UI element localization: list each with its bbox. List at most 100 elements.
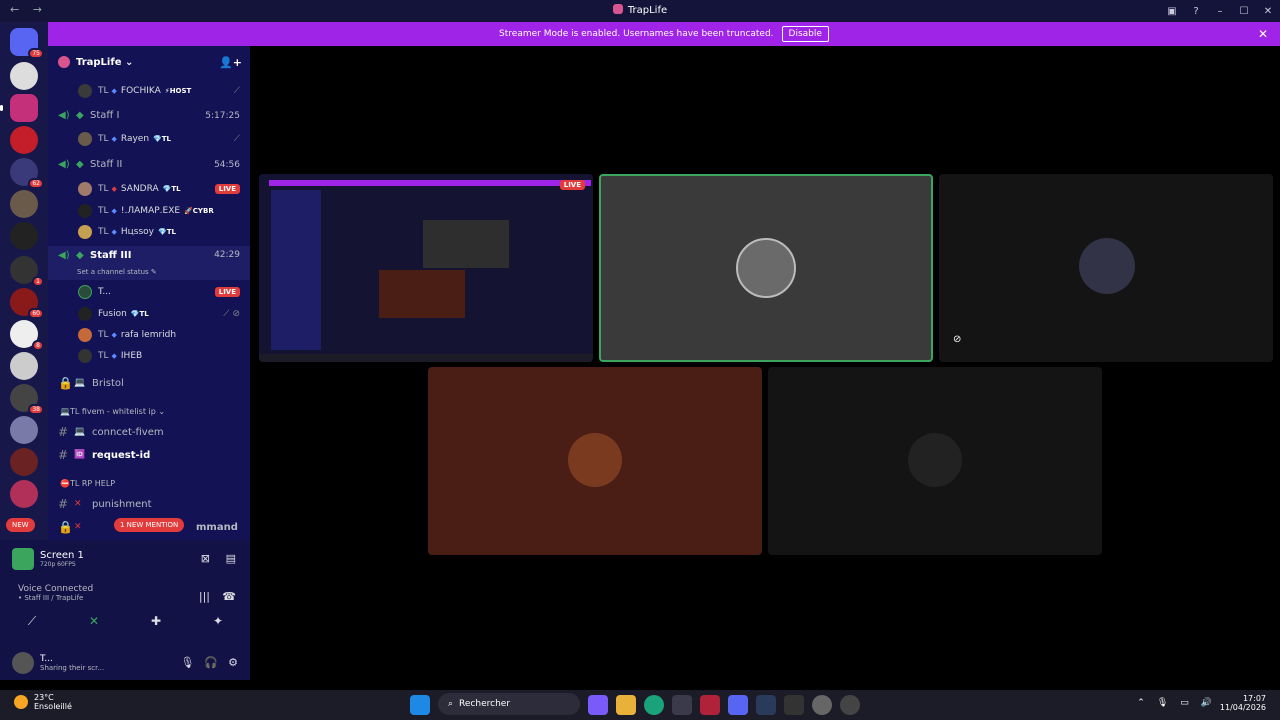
store-icon[interactable] bbox=[672, 695, 692, 715]
voice-member[interactable]: TL ◆ IHEB bbox=[48, 349, 250, 363]
home-button[interactable]: 75 bbox=[10, 28, 44, 59]
voice-location[interactable]: • Staff III / TrapLife bbox=[18, 594, 93, 602]
server-icon[interactable] bbox=[10, 416, 38, 444]
server-icon[interactable]: 60 bbox=[10, 288, 44, 319]
unread-badge: 38 bbox=[28, 404, 44, 415]
server-icon[interactable] bbox=[0, 94, 38, 122]
voice-member[interactable]: TL ◆ Hцѕѕоу 💎TL bbox=[48, 225, 250, 239]
hash-icon: # bbox=[58, 448, 69, 462]
voice-member[interactable]: Fusion 💎TL ⟋ ⊘ bbox=[48, 307, 250, 321]
start-menu-icon[interactable] bbox=[410, 695, 430, 715]
voice-member[interactable]: TL ◆ rafa lemridh bbox=[48, 328, 250, 342]
server-icon[interactable] bbox=[10, 62, 38, 90]
server-icon[interactable]: 8 bbox=[10, 320, 44, 351]
clock[interactable]: 17:07 11/04/2026 bbox=[1220, 694, 1266, 712]
stream-settings-icon[interactable]: ▤ bbox=[226, 552, 236, 565]
app-icon[interactable] bbox=[784, 695, 804, 715]
channel-connect-fivem[interactable]: # 💻 conncet-fivem bbox=[48, 425, 250, 439]
noise-suppression-icon[interactable]: ||| bbox=[199, 590, 210, 603]
stream-info: Screen 1 720p 60FPS bbox=[12, 548, 84, 570]
server-icon[interactable]: 62 bbox=[10, 158, 44, 189]
participant-tile[interactable] bbox=[768, 367, 1102, 555]
forward-arrow-icon[interactable]: → bbox=[33, 3, 42, 16]
file-explorer-icon[interactable] bbox=[616, 695, 636, 715]
maximize-button[interactable]: ☐ bbox=[1232, 6, 1256, 17]
server-icon[interactable] bbox=[10, 448, 38, 476]
server-icon[interactable]: 1 bbox=[10, 256, 44, 287]
voice-member[interactable]: TL ◆ FOCHIKA ⚡HOST ⟋ bbox=[48, 84, 250, 98]
app-icon[interactable] bbox=[840, 695, 860, 715]
server-icon[interactable] bbox=[10, 190, 38, 218]
microphone-icon[interactable]: 🎙 bbox=[1157, 698, 1168, 708]
member-prefix: TL bbox=[98, 86, 109, 96]
avatar bbox=[78, 182, 92, 196]
participant-tile-speaking[interactable] bbox=[599, 174, 933, 362]
voice-member-self[interactable]: T... LIVE bbox=[48, 285, 250, 299]
disable-streamer-mode-button[interactable]: Disable bbox=[781, 26, 829, 42]
disconnect-icon[interactable]: ☎ bbox=[222, 590, 236, 603]
stream-tile-sandra[interactable]: LIVE bbox=[259, 174, 593, 362]
server-icon[interactable] bbox=[10, 352, 38, 380]
set-channel-status[interactable]: Set a channel status ✎ bbox=[77, 268, 157, 276]
server-icon[interactable]: 38 bbox=[10, 384, 44, 415]
microphone-icon[interactable]: 🎙 bbox=[180, 656, 194, 669]
speaker-icon: ◀) bbox=[58, 250, 70, 261]
system-tray: ⌃ 🎙 ▭ 🔊 bbox=[1137, 698, 1212, 708]
voice-member[interactable]: TL ◆ Rayen 💎TL ⟋ bbox=[48, 132, 250, 146]
participant-tile[interactable] bbox=[428, 367, 762, 555]
participant-tile[interactable]: ⊘ bbox=[939, 174, 1273, 362]
date: 11/04/2026 bbox=[1219, 703, 1266, 712]
server-icon[interactable] bbox=[10, 480, 38, 508]
voice-channel-staff-3[interactable]: ◀) ◆ Staff III 42:29 Set a channel status… bbox=[48, 246, 250, 280]
avatar bbox=[78, 225, 92, 239]
new-mention-pill[interactable]: 1 NEW MENTION bbox=[114, 518, 185, 532]
voice-channel-staff-2[interactable]: ◀) ◆ Staff II 54:56 bbox=[48, 159, 250, 170]
category-fivem[interactable]: 💻 TL fivem - whitelist ip ⌄ bbox=[48, 407, 250, 416]
voice-member[interactable]: TL ◆ !.ЛΑΜΑΡ.EXE 🚀CYBR bbox=[48, 204, 250, 218]
voice-channel-staff-1[interactable]: ◀) ◆ Staff I 5:17:25 bbox=[48, 110, 250, 121]
computer-icon: 💻 bbox=[74, 378, 86, 388]
taskbar-search[interactable]: ⌕ Rechercher bbox=[438, 693, 580, 715]
voice-member[interactable]: TL ◆ SANDRA 💎TL LIVE bbox=[48, 182, 250, 196]
weather-widget[interactable]: 23°C Ensoleillé bbox=[14, 693, 72, 711]
server-header[interactable]: TrapLife ⌄ 👤+ bbox=[48, 46, 250, 78]
channel-request-id[interactable]: # 🆔 request-id bbox=[48, 448, 250, 462]
channel-name: Staff I bbox=[90, 110, 120, 121]
channel-punishment[interactable]: # ✕ punishment bbox=[48, 497, 250, 511]
close-window-button[interactable]: ✕ bbox=[1256, 6, 1280, 17]
member-name: IHEB bbox=[120, 351, 143, 361]
soundboard-icon[interactable]: ✦ bbox=[198, 614, 238, 634]
stream-preview-banner bbox=[269, 180, 591, 186]
discord-icon[interactable] bbox=[728, 695, 748, 715]
server-icon[interactable] bbox=[10, 222, 38, 250]
new-servers-pill[interactable]: NEW bbox=[6, 518, 35, 532]
app-icon[interactable] bbox=[700, 695, 720, 715]
help-icon[interactable]: ? bbox=[1184, 6, 1208, 17]
inbox-icon[interactable]: ▣ bbox=[1160, 6, 1184, 17]
channel-bristol[interactable]: 🔒 💻 Bristol bbox=[48, 376, 250, 390]
volume-icon[interactable]: 🔊 bbox=[1201, 698, 1212, 708]
lock-icon: 🔒 bbox=[58, 376, 73, 390]
chevron-up-icon[interactable]: ⌃ bbox=[1137, 698, 1145, 708]
settings-icon[interactable] bbox=[812, 695, 832, 715]
display-icon[interactable]: ▭ bbox=[1180, 698, 1189, 708]
gear-icon[interactable]: ⚙ bbox=[228, 656, 238, 669]
server-icon[interactable] bbox=[10, 126, 38, 154]
close-banner-icon[interactable]: ✕ bbox=[1258, 27, 1268, 41]
banner-text: Streamer Mode is enabled. Usernames have… bbox=[499, 29, 774, 39]
minimize-button[interactable]: – bbox=[1208, 6, 1232, 17]
diamond-icon: ◆ bbox=[111, 207, 117, 215]
stop-stream-icon[interactable]: ⊠ bbox=[201, 552, 210, 565]
copilot-icon[interactable] bbox=[588, 695, 608, 715]
taskbar-apps bbox=[410, 695, 430, 715]
activities-icon[interactable]: ✚ bbox=[136, 614, 176, 634]
category-rp-help[interactable]: ⛔ TL RP HELP bbox=[48, 479, 250, 488]
share-screen-icon[interactable]: ✕ bbox=[74, 614, 114, 634]
current-user[interactable]: T... Sharing their scr... bbox=[12, 652, 104, 674]
back-arrow-icon[interactable]: ← bbox=[10, 3, 19, 16]
camera-off-icon[interactable]: ⟋ bbox=[12, 614, 52, 634]
headphones-icon[interactable]: 🎧 bbox=[204, 656, 218, 669]
edge-icon[interactable] bbox=[644, 695, 664, 715]
invite-people-icon[interactable]: 👤+ bbox=[219, 56, 242, 69]
steam-icon[interactable] bbox=[756, 695, 776, 715]
